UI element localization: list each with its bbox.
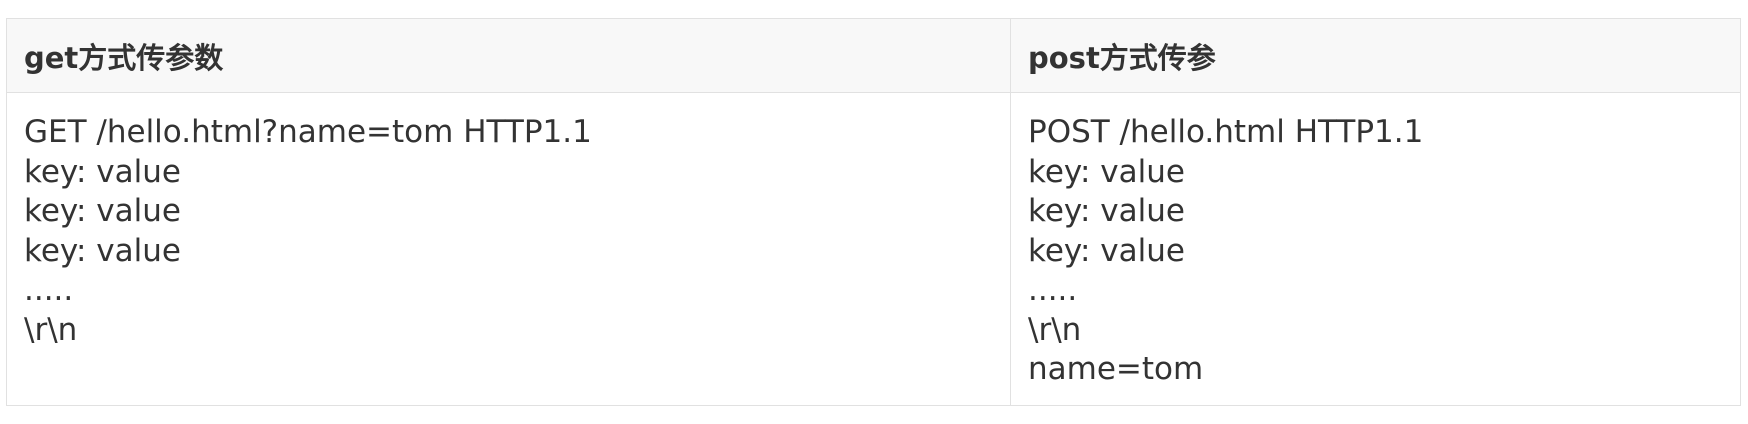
comparison-table: get方式传参数 post方式传参 GET /hello.html?name=t… xyxy=(6,18,1741,406)
post-header-line: key: value xyxy=(1028,193,1185,229)
post-ellipsis-line: ..... xyxy=(1028,272,1078,308)
get-header-line: key: value xyxy=(24,232,181,269)
post-request-cell: POST /hello.html HTTP1.1 key: value key:… xyxy=(1011,93,1740,405)
post-body-line: name=tom xyxy=(1028,351,1204,387)
post-header-line: key: value xyxy=(1028,232,1185,269)
get-ellipsis-line: ..... xyxy=(24,272,74,308)
get-request-line: GET /hello.html?name=tom HTTP1.1 xyxy=(24,114,592,150)
get-crlf-line: \r\n xyxy=(24,311,78,348)
header-get-label: get方式传参数 xyxy=(24,40,224,75)
header-get: get方式传参数 xyxy=(7,19,1011,93)
get-header-line: key: value xyxy=(24,193,181,229)
post-crlf-line: \r\n xyxy=(1028,311,1082,348)
post-request-line: POST /hello.html HTTP1.1 xyxy=(1028,114,1424,150)
header-post: post方式传参 xyxy=(1011,19,1740,93)
post-header-line: key: value xyxy=(1028,153,1185,190)
get-request-cell: GET /hello.html?name=tom HTTP1.1 key: va… xyxy=(7,93,1011,405)
header-post-label: post方式传参 xyxy=(1028,40,1216,75)
get-header-line: key: value xyxy=(24,153,181,190)
